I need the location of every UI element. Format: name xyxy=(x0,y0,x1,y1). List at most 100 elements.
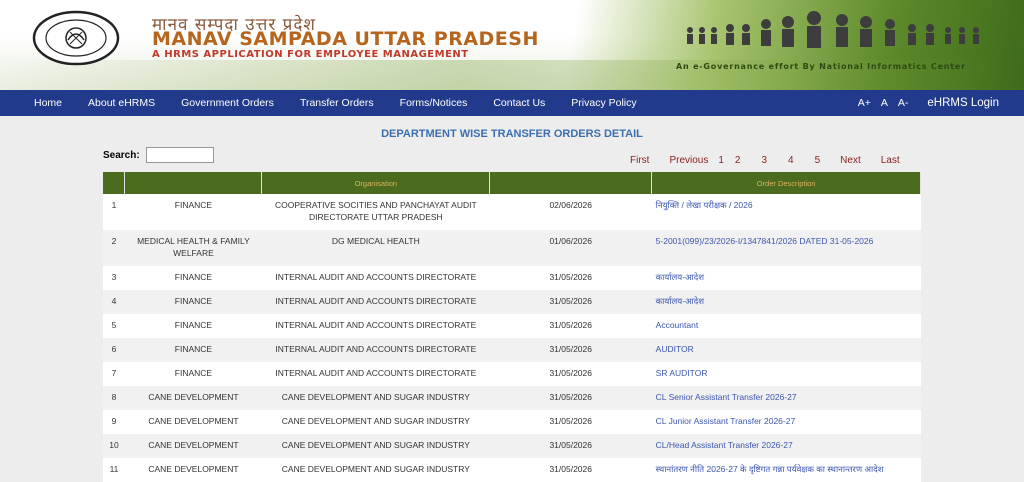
cell-date: 31/05/2026 xyxy=(489,410,652,434)
cell-organisation: INTERNAL AUDIT AND ACCOUNTS DIRECTORATE xyxy=(261,266,490,290)
cell-sn: 9 xyxy=(103,410,125,434)
cell-sn: 1 xyxy=(103,194,125,230)
order-description-link[interactable]: CL/Head Assistant Transfer 2026-27 xyxy=(651,434,921,458)
cell-date: 31/05/2026 xyxy=(489,458,652,482)
pager-page-3[interactable]: 3 xyxy=(761,155,767,166)
order-description-link[interactable]: SR AUDITOR xyxy=(651,362,921,386)
pager-page-2[interactable]: 2 xyxy=(735,155,741,166)
order-description-link[interactable]: 5-2001(099)/23/2026-I/1347841/2026 DATED… xyxy=(651,230,921,266)
nav-privacy-policy[interactable]: Privacy Policy xyxy=(558,97,649,109)
table-row: 7 FINANCE INTERNAL AUDIT AND ACCOUNTS DI… xyxy=(103,362,921,386)
cell-organisation: CANE DEVELOPMENT AND SUGAR INDUSTRY xyxy=(261,458,490,482)
cell-department: FINANCE xyxy=(124,266,262,290)
cell-sn: 3 xyxy=(103,266,125,290)
cell-organisation: INTERNAL AUDIT AND ACCOUNTS DIRECTORATE xyxy=(261,314,490,338)
pager-page-1[interactable]: 1 xyxy=(718,155,724,166)
cell-sn: 7 xyxy=(103,362,125,386)
cell-organisation: CANE DEVELOPMENT AND SUGAR INDUSTRY xyxy=(261,434,490,458)
cell-department: CANE DEVELOPMENT xyxy=(124,386,262,410)
cell-sn: 11 xyxy=(103,458,125,482)
pager-next[interactable]: Next xyxy=(840,155,861,166)
table-row: 2 MEDICAL HEALTH & FAMILY WELFARE DG MED… xyxy=(103,230,921,266)
cell-date: 31/05/2026 xyxy=(489,338,652,362)
cell-department: FINANCE xyxy=(124,338,262,362)
table-row: 8 CANE DEVELOPMENT CANE DEVELOPMENT AND … xyxy=(103,386,921,410)
pagination: First Previous 1 2 3 4 5 Next Last xyxy=(630,155,900,166)
nav-right: A+ A A- eHRMS Login xyxy=(853,97,1024,109)
site-title: MANAV SAMPADA UTTAR PRADESH xyxy=(152,28,539,50)
site-header: मानव सम्पदा उत्तर प्रदेश MANAV SAMPADA U… xyxy=(0,0,1024,90)
cell-sn: 4 xyxy=(103,290,125,314)
cell-sn: 5 xyxy=(103,314,125,338)
pager-page-4[interactable]: 4 xyxy=(788,155,794,166)
font-normal-button[interactable]: A xyxy=(876,97,893,109)
col-header-sn xyxy=(103,172,126,194)
cell-department: CANE DEVELOPMENT xyxy=(124,410,262,434)
table-row: 6 FINANCE INTERNAL AUDIT AND ACCOUNTS DI… xyxy=(103,338,921,362)
nav-home[interactable]: Home xyxy=(0,97,75,109)
cell-organisation: CANE DEVELOPMENT AND SUGAR INDUSTRY xyxy=(261,410,490,434)
page-title: DEPARTMENT WISE TRANSFER ORDERS DETAIL xyxy=(381,128,643,140)
table-row: 11 CANE DEVELOPMENT CANE DEVELOPMENT AND… xyxy=(103,458,921,482)
cell-organisation: DG MEDICAL HEALTH xyxy=(261,230,490,266)
cell-sn: 8 xyxy=(103,386,125,410)
font-increase-button[interactable]: A+ xyxy=(853,97,876,109)
nav-transfer-orders[interactable]: Transfer Orders xyxy=(287,97,387,109)
col-header-order-description: Order Description xyxy=(651,172,921,194)
nav-forms-notices[interactable]: Forms/Notices xyxy=(387,97,481,109)
order-description-link[interactable]: कार्यालय-आदेश xyxy=(651,290,921,314)
egov-tagline: An e-Governance effort By National Infor… xyxy=(676,62,966,71)
cell-date: 31/05/2026 xyxy=(489,362,652,386)
transfer-orders-table: Organisation Order Description 1 FINANCE… xyxy=(103,172,921,482)
cell-date: 02/06/2026 xyxy=(489,194,652,230)
table-header-row: Organisation Order Description xyxy=(103,172,921,194)
cell-department: FINANCE xyxy=(124,314,262,338)
pager-last[interactable]: Last xyxy=(881,155,900,166)
cell-organisation: COOPERATIVE SOCITIES AND PANCHAYAT AUDIT… xyxy=(261,194,490,230)
cell-department: CANE DEVELOPMENT xyxy=(124,458,262,482)
col-header-date xyxy=(489,172,653,194)
cell-organisation: INTERNAL AUDIT AND ACCOUNTS DIRECTORATE xyxy=(261,290,490,314)
cell-date: 31/05/2026 xyxy=(489,290,652,314)
order-description-link[interactable]: Accountant xyxy=(651,314,921,338)
cell-sn: 10 xyxy=(103,434,125,458)
order-description-link[interactable]: कार्यालय-आदेश xyxy=(651,266,921,290)
col-header-department xyxy=(124,172,263,194)
nav-contact-us[interactable]: Contact Us xyxy=(480,97,558,109)
pager-previous[interactable]: Previous xyxy=(669,155,708,166)
cell-department: FINANCE xyxy=(124,290,262,314)
search-input[interactable] xyxy=(145,147,214,163)
table-row: 10 CANE DEVELOPMENT CANE DEVELOPMENT AND… xyxy=(103,434,921,458)
table-row: 9 CANE DEVELOPMENT CANE DEVELOPMENT AND … xyxy=(103,410,921,434)
table-row: 4 FINANCE INTERNAL AUDIT AND ACCOUNTS DI… xyxy=(103,290,921,314)
search-box: Search: xyxy=(103,147,214,163)
cell-department: FINANCE xyxy=(124,362,262,386)
cell-date: 31/05/2026 xyxy=(489,386,652,410)
site-subtitle: A HRMS APPLICATION FOR EMPLOYEE MANAGEME… xyxy=(152,49,469,60)
order-description-link[interactable]: CL Senior Assistant Transfer 2026-27 xyxy=(651,386,921,410)
main-nav: Home About eHRMS Government Orders Trans… xyxy=(0,90,1024,116)
cell-date: 31/05/2026 xyxy=(489,266,652,290)
login-link[interactable]: eHRMS Login xyxy=(913,97,1004,109)
order-description-link[interactable]: स्थानांतरण नीति 2026-27 के दृष्टिगत गन्न… xyxy=(651,458,921,482)
pager-first[interactable]: First xyxy=(630,155,649,166)
order-description-link[interactable]: नियुक्ति / लेखा परीक्षक / 2026 xyxy=(651,194,921,230)
pager-page-5[interactable]: 5 xyxy=(815,155,821,166)
people-group-icon xyxy=(687,11,979,48)
cell-sn: 6 xyxy=(103,338,125,362)
cell-department: CANE DEVELOPMENT xyxy=(124,434,262,458)
nav-government-orders[interactable]: Government Orders xyxy=(168,97,287,109)
order-description-link[interactable]: CL Junior Assistant Transfer 2026-27 xyxy=(651,410,921,434)
cell-organisation: INTERNAL AUDIT AND ACCOUNTS DIRECTORATE xyxy=(261,362,490,386)
table-row: 1 FINANCE COOPERATIVE SOCITIES AND PANCH… xyxy=(103,194,921,230)
font-decrease-button[interactable]: A- xyxy=(893,97,914,109)
cell-date: 31/05/2026 xyxy=(489,434,652,458)
up-emblem-icon xyxy=(32,10,120,66)
nav-about[interactable]: About eHRMS xyxy=(75,97,168,109)
cell-sn: 2 xyxy=(103,230,125,266)
search-label: Search: xyxy=(103,149,140,161)
table-row: 5 FINANCE INTERNAL AUDIT AND ACCOUNTS DI… xyxy=(103,314,921,338)
order-description-link[interactable]: AUDITOR xyxy=(651,338,921,362)
table-row: 3 FINANCE INTERNAL AUDIT AND ACCOUNTS DI… xyxy=(103,266,921,290)
cell-organisation: CANE DEVELOPMENT AND SUGAR INDUSTRY xyxy=(261,386,490,410)
